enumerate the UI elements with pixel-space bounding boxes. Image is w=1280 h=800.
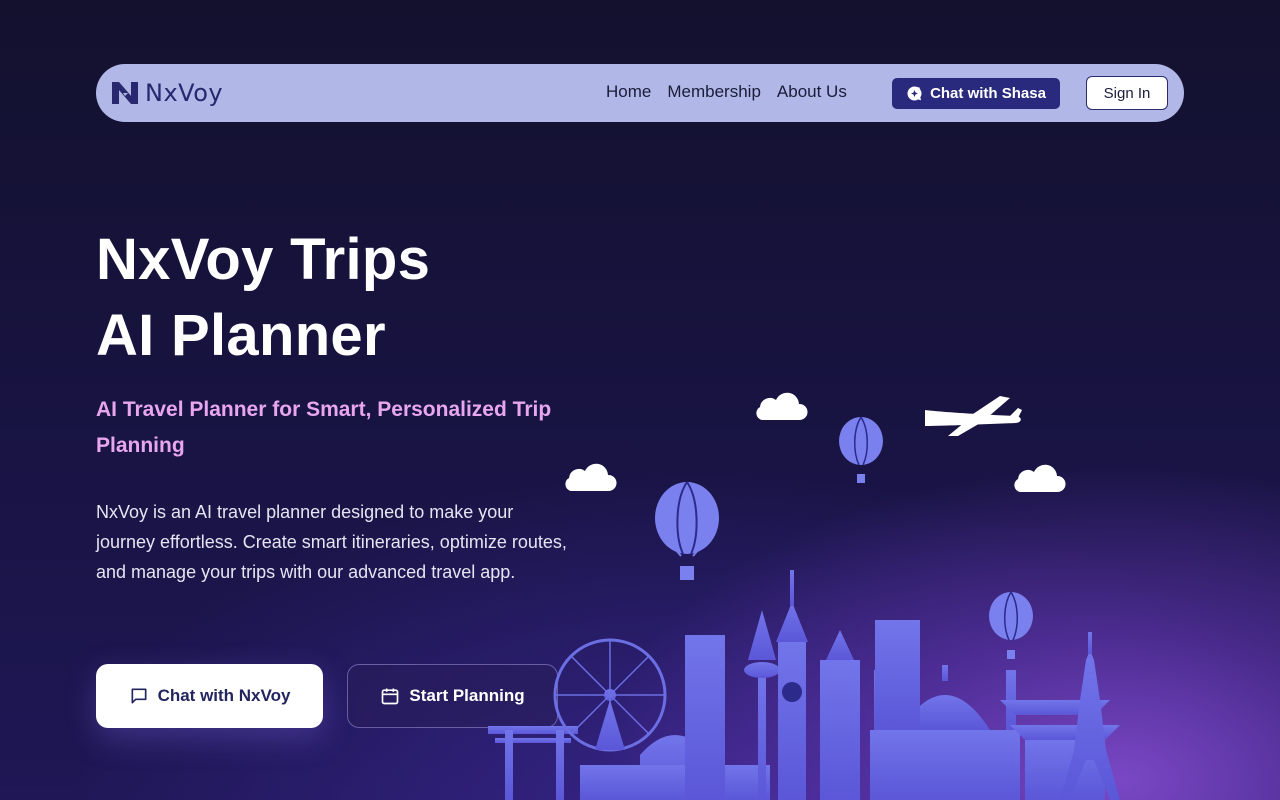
hero-title-line-2: AI Planner <box>96 303 386 368</box>
calendar-icon <box>382 688 399 705</box>
chat-with-shasa-button[interactable]: Chat with Shasa <box>892 78 1060 109</box>
sign-in-button[interactable]: Sign In <box>1086 76 1168 110</box>
nav-link-home[interactable]: Home <box>606 82 651 102</box>
message-square-icon <box>131 688 147 704</box>
nav-link-about-us[interactable]: About Us <box>777 82 847 102</box>
hot-air-balloon-icon <box>839 416 883 483</box>
top-navbar: NxVoy Home Membership About Us Chat with… <box>96 64 1184 122</box>
brand-logo[interactable]: NxVoy <box>111 79 223 107</box>
travel-skyline-illustration <box>488 392 1120 800</box>
chat-with-shasa-label: Chat with Shasa <box>930 85 1046 102</box>
hot-air-balloon-icon <box>655 481 719 580</box>
airplane-icon <box>925 396 1022 436</box>
nxvoy-logo-icon <box>112 82 138 104</box>
nav-link-membership[interactable]: Membership <box>667 82 761 102</box>
hero-title-line-1: NxVoy Trips <box>96 227 431 292</box>
brand-name: NxVoy <box>145 79 224 107</box>
nav-links: Home Membership About Us <box>606 82 847 102</box>
chat-with-nxvoy-button[interactable]: Chat with NxVoy <box>96 664 323 728</box>
hero-title: NxVoy Trips AI Planner <box>96 222 616 374</box>
cloud-icon <box>1014 464 1066 492</box>
chat-with-nxvoy-label: Chat with NxVoy <box>157 686 291 705</box>
cloud-icon <box>756 392 808 420</box>
chat-bubble-sparkle-icon <box>907 86 922 101</box>
cloud-icon <box>565 463 617 491</box>
hot-air-balloon-icon <box>989 591 1033 659</box>
